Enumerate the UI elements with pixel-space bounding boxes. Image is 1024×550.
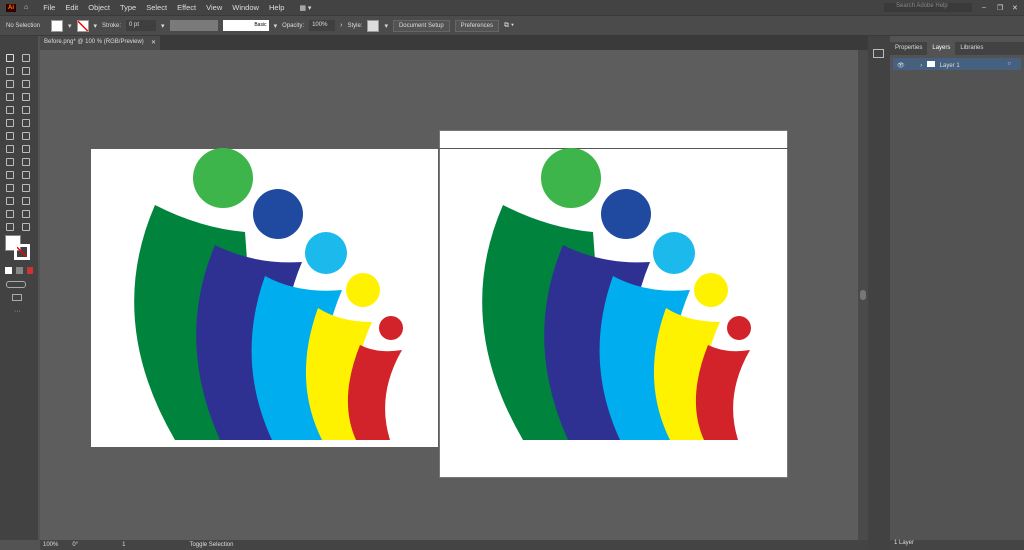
rotation-value[interactable]: 0° (72, 542, 78, 548)
target-icon[interactable]: ○ (1007, 61, 1011, 67)
logo-after[interactable] (482, 148, 751, 440)
layer-count: 1 Layer (894, 540, 915, 546)
layer-thumbnail (926, 61, 935, 67)
layer-row[interactable]: 👁 › Layer 1 ○ (893, 58, 1021, 70)
panel-footer: 1 Layer (890, 540, 1024, 550)
tab-libraries[interactable]: Libraries (955, 42, 988, 55)
artboard-number[interactable]: 1 (122, 542, 125, 548)
panel-dock-strip (868, 36, 890, 550)
zoom-level[interactable]: 100% (43, 542, 58, 548)
tab-layers[interactable]: Layers (927, 42, 956, 55)
logo-before[interactable] (134, 148, 403, 440)
expand-chevron-icon[interactable]: › (920, 63, 922, 69)
status-bar: 100% 0° 1 Toggle Selection (40, 540, 868, 550)
layers-panel (890, 36, 1024, 550)
panel-toggle-icon[interactable] (873, 49, 884, 58)
layer-name[interactable]: Layer 1 (940, 63, 960, 69)
current-tool-status[interactable]: Toggle Selection (189, 542, 233, 548)
tab-properties[interactable]: Properties (890, 42, 927, 55)
visibility-eye-icon[interactable]: 👁 (897, 63, 905, 69)
panel-tabs: Properties Layers Libraries (890, 42, 1024, 55)
